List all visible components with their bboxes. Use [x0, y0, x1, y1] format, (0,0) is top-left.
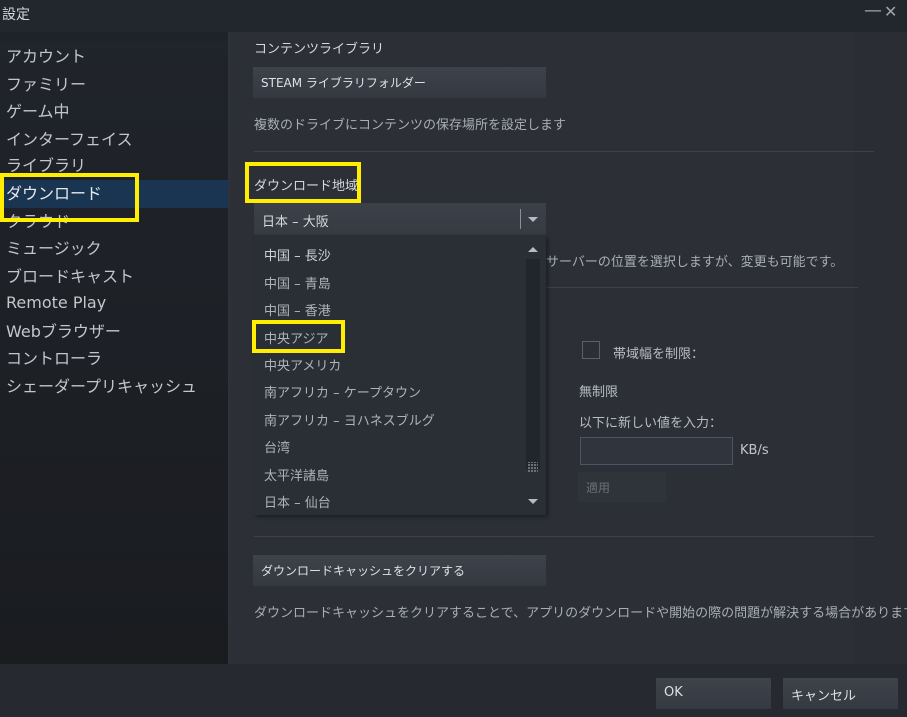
limit-bandwidth-label: 帯域幅を制限：: [613, 347, 705, 362]
scroll-up-arrow-icon[interactable]: [526, 243, 540, 257]
section-divider: [254, 536, 874, 537]
section-divider: [254, 151, 874, 152]
sidebar-item-cloud[interactable]: クラウド: [0, 208, 228, 236]
region-option[interactable]: 台湾: [264, 437, 290, 456]
section-divider: [546, 287, 858, 288]
region-option[interactable]: 日本 – 仙台: [264, 492, 331, 511]
select-separator: [520, 209, 521, 229]
download-region-select[interactable]: 日本 – 大阪: [254, 203, 546, 235]
bandwidth-input-label: 以下に新しい値を入力：: [579, 416, 723, 431]
window-title: 設定: [2, 7, 30, 23]
region-option[interactable]: 太平洋諸島: [264, 465, 329, 484]
content-library-heading: コンテンツライブラリ: [254, 42, 385, 57]
sidebar-item-interface[interactable]: インターフェイス: [0, 126, 228, 154]
sidebar-item-broadcast[interactable]: ブロードキャスト: [0, 263, 228, 291]
clear-cache-description: ダウンロードキャッシュをクリアすることで、アプリのダウンロードや開始の際の問題が…: [254, 606, 907, 621]
region-option[interactable]: 中国 – 青島: [264, 273, 331, 292]
title-bar: 設定 — ✕: [0, 0, 907, 32]
region-option[interactable]: 中央アメリカ: [264, 355, 341, 374]
limit-bandwidth-checkbox[interactable]: [582, 341, 600, 359]
download-region-heading: ダウンロード地域: [254, 179, 359, 194]
sidebar-item-web-browser[interactable]: Webブラウザー: [0, 318, 228, 346]
content-right-edge: [853, 32, 907, 664]
sidebar-item-account[interactable]: アカウント: [0, 43, 228, 71]
sidebar-item-music[interactable]: ミュージック: [0, 235, 228, 263]
sidebar-top-strip: [0, 32, 228, 41]
apply-button[interactable]: 適用: [578, 472, 666, 502]
sidebar-item-controller[interactable]: コントローラ: [0, 345, 228, 373]
scroll-down-arrow-icon[interactable]: [526, 494, 540, 508]
region-option[interactable]: 南アフリカ – ケープタウン: [264, 382, 421, 401]
scrollbar-track[interactable]: [526, 259, 540, 469]
cancel-button[interactable]: キャンセル: [783, 678, 898, 709]
scrollbar-grip-icon[interactable]: [528, 462, 538, 472]
download-region-selected-value: 日本 – 大阪: [262, 215, 329, 230]
dropdown-scrollbar[interactable]: [526, 239, 540, 513]
close-icon[interactable]: ✕: [884, 2, 897, 21]
region-option[interactable]: 南アフリカ – ヨハネスブルグ: [264, 410, 435, 429]
bandwidth-current-value: 無制限: [579, 385, 619, 400]
steam-library-folders-button[interactable]: STEAM ライブラリフォルダー: [253, 67, 546, 98]
minimize-icon[interactable]: —: [864, 0, 882, 21]
region-option[interactable]: 中国 – 香港: [264, 300, 331, 319]
ok-button[interactable]: OK: [656, 678, 771, 709]
download-region-dropdown[interactable]: 中国 – 長沙 中国 – 青島 中国 – 香港 中央アジア 中央アメリカ 南アフ…: [254, 235, 546, 515]
sidebar-item-downloads[interactable]: ダウンロード: [0, 180, 228, 208]
sidebar-item-remote-play[interactable]: Remote Play: [0, 289, 228, 317]
region-option[interactable]: 中国 – 長沙: [264, 245, 331, 264]
bandwidth-unit: KB/s: [740, 443, 769, 458]
sidebar-item-in-game[interactable]: ゲーム中: [0, 98, 228, 126]
download-region-description: サーバーの位置を選択しますが、変更も可能です。: [546, 255, 844, 270]
bandwidth-input[interactable]: [580, 437, 733, 465]
content-library-description: 複数のドライブにコンテンツの保存場所を設定します: [254, 118, 567, 133]
clear-download-cache-button[interactable]: ダウンロードキャッシュをクリアする: [253, 555, 546, 586]
sidebar-item-shader-precache[interactable]: シェーダープリキャッシュ: [0, 373, 228, 401]
sidebar-item-library[interactable]: ライブラリ: [0, 152, 228, 180]
sidebar-item-family[interactable]: ファミリー: [0, 71, 228, 99]
region-option-central-asia[interactable]: 中央アジア: [264, 328, 328, 347]
settings-sidebar: アカウント ファミリー ゲーム中 インターフェイス ライブラリ ダウンロード ク…: [0, 32, 228, 664]
chevron-down-icon[interactable]: [528, 217, 538, 222]
